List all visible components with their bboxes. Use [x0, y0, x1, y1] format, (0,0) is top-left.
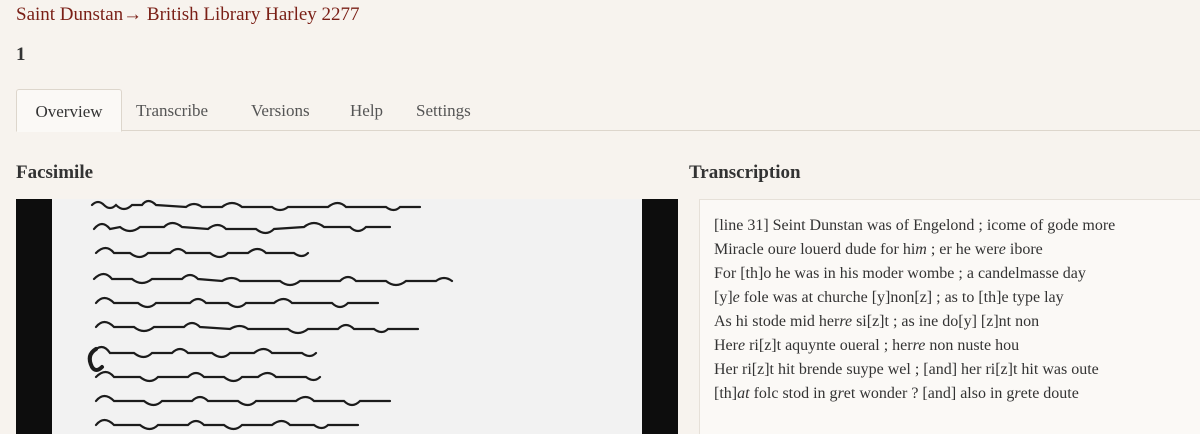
transcription-line: [y]e fole was at churche [y]non[z] ; as … — [714, 289, 1064, 306]
tab-bar: Overview Transcribe Versions Help Settin… — [16, 89, 1200, 132]
breadcrumb-arrow: → — [123, 4, 143, 25]
transcription-line: For [th]o he was in his moder wombe ; a … — [714, 265, 1086, 282]
transcription-panel: [line 31] Seint Dunstan was of Engelond … — [699, 199, 1200, 434]
transcription-line: Her ri[z]t hit brende suype wel ; [and] … — [714, 361, 1099, 378]
breadcrumb: Saint Dunstan→ British Library Harley 22… — [16, 4, 360, 26]
breadcrumb-work-link[interactable]: British Library Harley 2277 — [147, 4, 360, 25]
manuscript-handwriting — [87, 199, 454, 431]
transcription-heading: Transcription — [689, 162, 801, 183]
tab-versions[interactable]: Versions — [251, 89, 310, 131]
transcription-line: Here ri[z]t aquynte oueral ; herre non n… — [714, 337, 1020, 354]
manuscript-page — [52, 199, 642, 434]
transcription-line: [line 31] Seint Dunstan was of Engelond … — [714, 217, 1116, 234]
tab-help[interactable]: Help — [350, 89, 383, 131]
tab-overview[interactable]: Overview — [16, 89, 122, 132]
breadcrumb-collection-link[interactable]: Saint Dunstan — [16, 4, 123, 25]
facsimile-image[interactable] — [16, 199, 678, 434]
page-title: 1 — [16, 44, 26, 65]
tab-settings[interactable]: Settings — [416, 89, 471, 131]
facsimile-heading: Facsimile — [16, 162, 94, 183]
tab-transcribe[interactable]: Transcribe — [136, 89, 208, 131]
transcription-line: Miracle oure louerd dude for him ; er he… — [714, 241, 1043, 258]
transcription-line: As hi stode mid herre si[z]t ; as ine do… — [714, 313, 1040, 330]
transcription-line: [th]at folc stod in gret wonder ? [and] … — [714, 385, 1079, 402]
